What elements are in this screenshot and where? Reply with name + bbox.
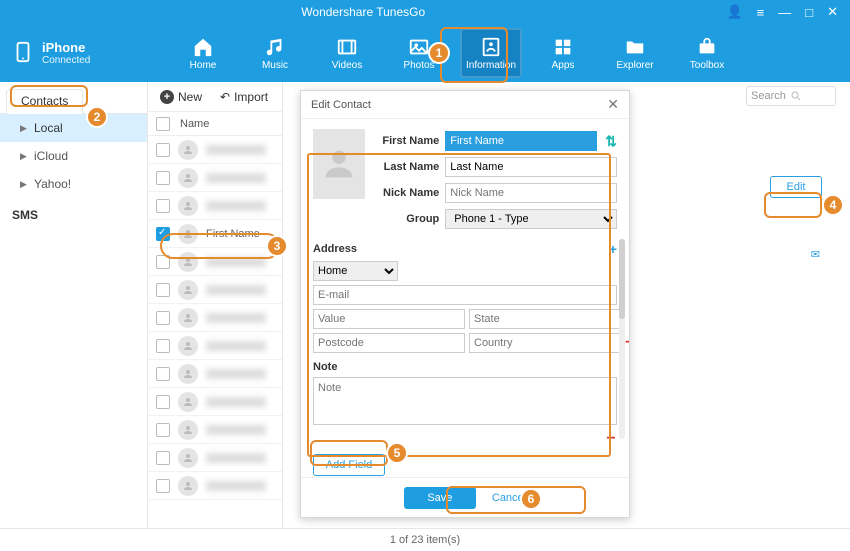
value-field[interactable]: [313, 309, 465, 329]
table-row[interactable]: [148, 164, 282, 192]
callout-6: 6: [520, 488, 542, 510]
table-row[interactable]: [148, 444, 282, 472]
new-button[interactable]: +New: [160, 90, 202, 104]
edit-contact-dialog: Edit Contact ✕ First Name⇅ Last Name Nic…: [300, 90, 630, 518]
address-type-select[interactable]: Home: [313, 261, 398, 281]
sidebar: Contacts ▶Local ▶iCloud ▶Yahoo! SMS: [0, 82, 148, 528]
table-row[interactable]: [148, 332, 282, 360]
callout-5: 5: [386, 442, 408, 464]
nav-apps[interactable]: Apps: [532, 28, 594, 78]
sidebar-item-local[interactable]: ▶Local: [0, 114, 147, 142]
device-status: Connected: [42, 55, 90, 66]
table-row[interactable]: [148, 192, 282, 220]
swap-icon[interactable]: ⇅: [605, 133, 617, 150]
minimize-icon[interactable]: —: [778, 5, 791, 20]
state-field[interactable]: [469, 309, 621, 329]
table-row-selected[interactable]: First Name: [148, 220, 282, 248]
status-bar: 1 of 23 item(s): [0, 528, 850, 550]
title-bar: Wondershare TunesGo 👤 ≡ — □ ✕: [0, 0, 850, 24]
remove-address-icon[interactable]: −: [625, 334, 629, 352]
nav-explorer[interactable]: Explorer: [604, 28, 666, 78]
table-row[interactable]: [148, 304, 282, 332]
close-icon[interactable]: ✕: [827, 4, 838, 20]
maximize-icon[interactable]: □: [805, 5, 813, 20]
country-field[interactable]: [469, 333, 621, 353]
nav-videos[interactable]: Videos: [316, 28, 378, 78]
note-field[interactable]: [313, 377, 617, 425]
nick-name-field[interactable]: [445, 183, 617, 203]
add-field-button[interactable]: Add Field: [313, 454, 385, 476]
email-field[interactable]: [313, 285, 617, 305]
callout-4: 4: [822, 194, 844, 216]
dialog-close-icon[interactable]: ✕: [607, 96, 619, 113]
table-row[interactable]: [148, 388, 282, 416]
select-all-checkbox[interactable]: [156, 117, 170, 131]
callout-1: 1: [428, 42, 450, 64]
window-title: Wondershare TunesGo: [0, 5, 726, 19]
sidebar-item-yahoo[interactable]: ▶Yahoo!: [0, 170, 147, 198]
dialog-title: Edit Contact: [311, 99, 371, 111]
dialog-avatar[interactable]: [313, 129, 365, 199]
last-name-field[interactable]: [445, 157, 617, 177]
table-row[interactable]: [148, 416, 282, 444]
table-row[interactable]: [148, 360, 282, 388]
tab-contacts[interactable]: Contacts: [6, 89, 83, 114]
device-name: iPhone: [42, 40, 90, 55]
menu-icon[interactable]: ≡: [757, 5, 765, 20]
scrollbar[interactable]: [619, 239, 625, 439]
search-icon: [790, 90, 802, 102]
main-toolbar: iPhone Connected Home Music Videos Photo…: [0, 24, 850, 82]
edit-button[interactable]: Edit: [770, 176, 822, 198]
user-icon[interactable]: 👤: [726, 4, 742, 20]
contact-list: +New ↶Import Name First Name: [148, 82, 283, 528]
nav-toolbox[interactable]: Toolbox: [676, 28, 738, 78]
mail-icon[interactable]: ✉: [811, 248, 820, 261]
phone-icon: [12, 37, 34, 70]
postcode-field[interactable]: [313, 333, 465, 353]
callout-3: 3: [266, 235, 288, 257]
nav-home[interactable]: Home: [172, 28, 234, 78]
table-row[interactable]: [148, 136, 282, 164]
name-column: Name: [180, 118, 209, 130]
first-name-field[interactable]: [445, 131, 597, 151]
nav-information[interactable]: Information: [460, 28, 522, 78]
remove-note-icon[interactable]: −: [605, 430, 617, 448]
table-row[interactable]: [148, 276, 282, 304]
sidebar-item-icloud[interactable]: ▶iCloud: [0, 142, 147, 170]
table-row[interactable]: [148, 472, 282, 500]
sidebar-sms[interactable]: SMS: [0, 198, 147, 222]
add-address-icon[interactable]: +: [609, 241, 617, 257]
row-checkbox[interactable]: [156, 227, 170, 241]
group-select[interactable]: Phone 1 - Type: [445, 209, 617, 229]
nav-music[interactable]: Music: [244, 28, 306, 78]
table-row[interactable]: [148, 248, 282, 276]
search-input[interactable]: Search: [746, 86, 836, 106]
import-button[interactable]: ↶Import: [220, 90, 268, 104]
save-button[interactable]: Save: [404, 487, 476, 509]
callout-2: 2: [86, 106, 108, 128]
device-panel[interactable]: iPhone Connected: [12, 37, 152, 70]
